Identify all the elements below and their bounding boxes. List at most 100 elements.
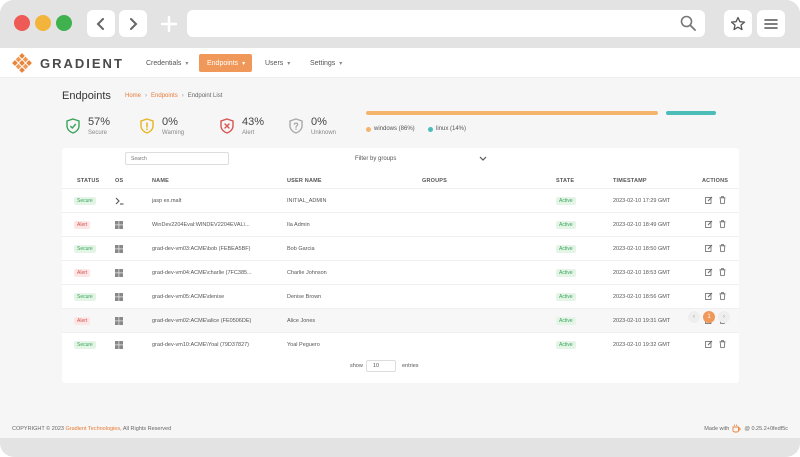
- column-user-name[interactable]: USER NAME: [287, 178, 322, 184]
- trash-icon[interactable]: [719, 196, 726, 204]
- brand-name: GRADIENT: [40, 55, 124, 71]
- address-bar[interactable]: [187, 10, 705, 37]
- windows-icon: [115, 341, 123, 349]
- status-badge: Alert: [74, 317, 91, 325]
- made-with-label: Made with: [704, 425, 730, 432]
- endpoint-name[interactable]: grad-dev-vm03:ACME\bob (FEBEA5BF): [152, 246, 250, 252]
- nav-endpoints[interactable]: Endpoints ▾: [199, 54, 252, 72]
- edit-icon[interactable]: [705, 244, 713, 252]
- column-groups[interactable]: GROUPS: [422, 178, 447, 184]
- top-navigation: GRADIENT Credentials ▾ Endpoints ▾ Users ▾ …: [0, 48, 800, 78]
- nav-credentials[interactable]: Credentials ▾: [138, 54, 196, 72]
- table-row[interactable]: Alert grad-dev-vm04:ACME\charlie (7FC385.…: [62, 260, 739, 284]
- status-badge: Alert: [74, 269, 91, 277]
- table-row[interactable]: Alert WinDev2204Eval:WINDEV2204EVAL\... Il…: [62, 212, 739, 236]
- endpoints-table-card: Filter by groups STATUS OS NAME USER NAM…: [62, 148, 739, 383]
- table-row[interactable]: Alert grad-dev-vm02:ACME\alice (FE0506DE)…: [62, 308, 739, 332]
- windows-icon: [115, 269, 123, 277]
- endpoint-name[interactable]: grad-dev-vm02:ACME\alice (FE0506DE): [152, 318, 251, 324]
- table-header: STATUS OS NAME USER NAME GROUPS STATE TI…: [62, 176, 739, 188]
- stat-alert-label: Alert: [242, 129, 255, 136]
- maximize-window-button[interactable]: [56, 15, 72, 31]
- stat-warning-value: 0%: [162, 115, 178, 128]
- pagination-page-1[interactable]: 1: [703, 311, 715, 323]
- endpoint-user: Ila Admin: [287, 222, 310, 228]
- breadcrumb-endpoints[interactable]: Endpoints: [151, 93, 178, 99]
- copyright-brand-link[interactable]: Gradient Technologies: [65, 426, 120, 432]
- legend-swatch: [428, 126, 433, 132]
- breadcrumb-home[interactable]: Home: [125, 93, 141, 99]
- trash-icon[interactable]: [719, 292, 726, 300]
- shield-warning-icon: [140, 118, 154, 134]
- os-bar-windows: [366, 111, 658, 115]
- pagination-prev-button[interactable]: ‹: [688, 311, 700, 323]
- trash-icon[interactable]: [719, 340, 726, 348]
- column-actions: ACTIONS: [702, 178, 729, 184]
- edit-icon[interactable]: [705, 292, 713, 300]
- state-badge: Active: [556, 245, 576, 253]
- column-timestamp[interactable]: TIMESTAMP: [613, 178, 647, 184]
- state-badge: Active: [556, 341, 576, 349]
- endpoint-timestamp: 2023-02-10 18:49 GMT: [613, 222, 671, 228]
- chevron-down-icon: ▾: [287, 60, 291, 67]
- chevron-down-icon: ▾: [339, 60, 343, 67]
- endpoint-user: INITIAL_ADMIN: [287, 198, 327, 204]
- column-name[interactable]: NAME: [152, 178, 169, 184]
- stat-secure-value: 57%: [88, 115, 111, 128]
- column-status[interactable]: STATUS: [77, 178, 99, 184]
- breadcrumb-separator: ›: [145, 93, 148, 99]
- endpoint-name[interactable]: grad-dev-vm05:ACME\denise: [152, 294, 224, 300]
- page-title: Endpoints: [62, 90, 111, 102]
- pagination-next-button[interactable]: ›: [718, 311, 730, 323]
- edit-icon[interactable]: [705, 268, 713, 276]
- back-button[interactable]: [87, 10, 115, 37]
- trash-icon[interactable]: [719, 220, 726, 228]
- minimize-window-button[interactable]: [35, 15, 51, 31]
- forward-button[interactable]: [119, 10, 147, 37]
- legend-swatch: [366, 126, 371, 132]
- nav-credentials-label: Credentials: [146, 59, 182, 67]
- windows-icon: [115, 293, 123, 301]
- endpoint-name[interactable]: jasp ex.malt: [152, 198, 181, 204]
- endpoint-name[interactable]: grad-dev-vm10:ACME\Yoal (79D37827): [152, 342, 249, 348]
- entries-label: entries: [402, 363, 419, 369]
- state-badge: Active: [556, 197, 576, 205]
- table-row[interactable]: Secure grad-dev-vm10:ACME\Yoal (79D37827)…: [62, 332, 739, 356]
- page-size-select[interactable]: 10: [366, 360, 396, 372]
- endpoint-timestamp: 2023-02-10 19:31 GMT: [613, 318, 671, 324]
- windows-icon: [115, 221, 123, 229]
- nav-settings[interactable]: Settings ▾: [302, 54, 350, 72]
- nav-users[interactable]: Users ▾: [257, 54, 298, 72]
- state-badge: Active: [556, 221, 576, 229]
- column-os[interactable]: OS: [115, 178, 123, 184]
- edit-icon[interactable]: [705, 196, 713, 204]
- gradient-logo-icon: [12, 53, 32, 73]
- brand-logo[interactable]: GRADIENT: [12, 53, 124, 73]
- table-row[interactable]: Secure grad-dev-vm03:ACME\bob (FEBEA5BF) B…: [62, 236, 739, 260]
- nav-endpoints-label: Endpoints: [207, 59, 239, 67]
- stat-warning-label: Warning: [162, 129, 185, 136]
- chevron-down-icon: ▾: [242, 60, 246, 67]
- shield-check-icon: [66, 118, 80, 134]
- endpoint-name[interactable]: WinDev2204Eval:WINDEV2204EVAL\...: [152, 222, 250, 228]
- os-bar-linux: [666, 111, 716, 115]
- trash-icon[interactable]: [719, 244, 726, 252]
- endpoint-user: Bob Garcia: [287, 246, 315, 252]
- table-row[interactable]: Secure jasp ex.malt INITIAL_ADMIN Active 202…: [62, 188, 739, 212]
- endpoint-name[interactable]: grad-dev-vm04:ACME\charlie (7FC385...: [152, 270, 252, 276]
- breadcrumb: Home › Endpoints › Endpoint List: [125, 93, 222, 99]
- edit-icon[interactable]: [705, 220, 713, 228]
- bookmark-button[interactable]: [724, 10, 752, 37]
- group-filter-dropdown[interactable]: Filter by groups: [355, 152, 487, 165]
- new-tab-button[interactable]: [157, 10, 181, 37]
- browser-menu-button[interactable]: [757, 10, 785, 37]
- stat-secure: 57% Secure: [66, 114, 110, 138]
- close-window-button[interactable]: [14, 15, 30, 31]
- column-state[interactable]: STATE: [556, 178, 574, 184]
- edit-icon[interactable]: [705, 340, 713, 348]
- table-search-input[interactable]: [125, 152, 229, 165]
- endpoint-user: Alice Jones: [287, 318, 316, 324]
- version-label: @ 0.25.2+0fedf5c: [744, 425, 788, 432]
- trash-icon[interactable]: [719, 268, 726, 276]
- table-row[interactable]: Secure grad-dev-vm05:ACME\denise Denise Br…: [62, 284, 739, 308]
